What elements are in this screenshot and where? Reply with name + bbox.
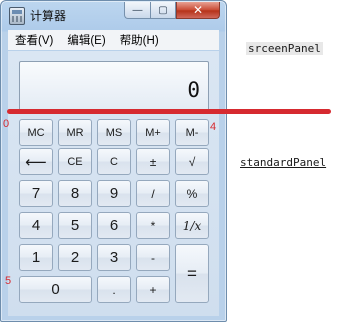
menu-view[interactable]: 查看(V) xyxy=(15,32,53,48)
digit-9-button[interactable]: 9 xyxy=(97,180,131,207)
digit-2-button[interactable]: 2 xyxy=(58,244,92,271)
add-button[interactable]: + xyxy=(136,276,170,303)
screen-panel-label: srceenPanel xyxy=(246,42,323,55)
subtract-button[interactable]: - xyxy=(136,244,170,271)
calculator-window: 计算器 — ▢ ✕ 查看(V) 编辑(E) 帮助(H) 0 MC MR MS M… xyxy=(0,0,227,322)
calculator-icon xyxy=(9,7,25,25)
backspace-button[interactable]: ⟵ xyxy=(19,148,53,175)
digit-6-button[interactable]: 6 xyxy=(97,212,131,239)
digit-5-button[interactable]: 5 xyxy=(58,212,92,239)
menu-edit[interactable]: 编辑(E) xyxy=(67,32,105,48)
calculator-body: 0 MC MR MS M+ M- ⟵ CE C ± √ 7 8 9 / % 4 … xyxy=(8,51,219,316)
display-value: 0 xyxy=(187,78,200,102)
percent-button[interactable]: % xyxy=(175,180,209,207)
mc-button[interactable]: MC xyxy=(19,119,53,146)
menu-bar: 查看(V) 编辑(E) 帮助(H) xyxy=(8,30,219,50)
minimize-button[interactable]: — xyxy=(124,2,150,19)
digit-3-button[interactable]: 3 xyxy=(97,244,131,271)
sqrt-button[interactable]: √ xyxy=(175,148,209,175)
maximize-button[interactable]: ▢ xyxy=(150,2,176,19)
mark-left-bottom: 5 xyxy=(5,275,12,287)
m-minus-button[interactable]: M- xyxy=(175,119,209,146)
title-bar[interactable]: 计算器 — ▢ ✕ xyxy=(1,1,226,29)
m-plus-button[interactable]: M+ xyxy=(136,119,170,146)
clear-button[interactable]: C xyxy=(97,148,131,175)
equals-button[interactable]: = xyxy=(175,244,209,303)
close-button[interactable]: ✕ xyxy=(176,2,220,19)
ce-button[interactable]: CE xyxy=(58,148,92,175)
mark-right-top: 4 xyxy=(210,121,217,133)
mr-button[interactable]: MR xyxy=(58,119,92,146)
reciprocal-button[interactable]: 1/x xyxy=(175,212,209,239)
display-screen: 0 xyxy=(19,61,209,112)
divider-annotation-line xyxy=(7,109,331,114)
digit-0-button[interactable]: 0 xyxy=(19,276,92,303)
digit-7-button[interactable]: 7 xyxy=(19,180,53,207)
digit-1-button[interactable]: 1 xyxy=(19,244,53,271)
ms-button[interactable]: MS xyxy=(97,119,131,146)
mark-left-top: 0 xyxy=(3,118,10,130)
digit-8-button[interactable]: 8 xyxy=(58,180,92,207)
standard-panel-label: standardPanel xyxy=(240,156,327,169)
window-title: 计算器 xyxy=(30,9,67,23)
plus-minus-button[interactable]: ± xyxy=(136,148,170,175)
divide-button[interactable]: / xyxy=(136,180,170,207)
decimal-button[interactable]: . xyxy=(97,276,131,303)
menu-help[interactable]: 帮助(H) xyxy=(120,32,159,48)
multiply-button[interactable]: * xyxy=(136,212,170,239)
digit-4-button[interactable]: 4 xyxy=(19,212,53,239)
caption-buttons: — ▢ ✕ xyxy=(124,2,220,19)
